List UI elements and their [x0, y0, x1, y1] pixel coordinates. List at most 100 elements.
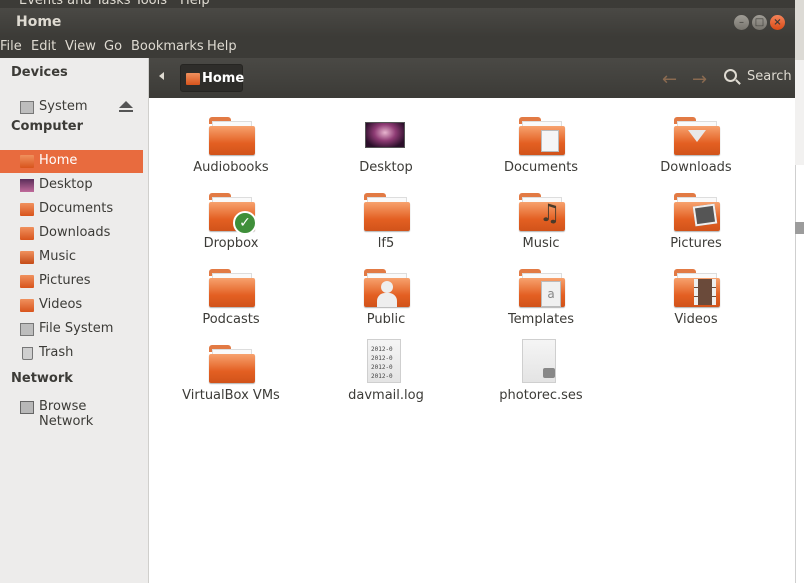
- sync-check-icon: ✓: [233, 211, 257, 235]
- file-name: Public: [366, 312, 406, 327]
- sidebar-item-label: Documents: [39, 201, 114, 216]
- file-item-documents[interactable]: Documents: [481, 105, 601, 179]
- file-name: Pictures: [670, 236, 722, 251]
- text-file-icon: 2012-0 2012-0 2012-0 2012-0: [367, 339, 401, 383]
- minimize-button[interactable]: –: [734, 15, 749, 30]
- sidebar-item-trash[interactable]: Trash: [0, 342, 143, 365]
- file-item-photorec-ses[interactable]: photorec.ses: [481, 333, 601, 407]
- sidebar-item-label: File System: [39, 321, 114, 336]
- file-item-podcasts[interactable]: Podcasts: [171, 257, 291, 331]
- back-arrow-icon[interactable]: ←: [662, 69, 677, 90]
- file-item-pictures[interactable]: Pictures: [636, 181, 756, 255]
- public-folder-icon: [364, 269, 410, 307]
- file-item-dropbox[interactable]: ✓ Dropbox: [171, 181, 291, 255]
- file-name: VirtualBox VMs: [182, 388, 280, 403]
- sidebar-item-pictures[interactable]: Pictures: [0, 270, 143, 293]
- file-name: Dropbox: [203, 236, 259, 251]
- breadcrumb-left-arrow-icon[interactable]: [159, 72, 164, 80]
- sidebar-item-label: System: [39, 99, 88, 114]
- breadcrumb-label: Home: [202, 71, 245, 86]
- search-icon[interactable]: [724, 69, 737, 82]
- file-preview-text: 2012-0 2012-0 2012-0 2012-0: [371, 346, 393, 380]
- download-arrow-icon: [688, 130, 706, 142]
- titlebar: Home – □ ×: [0, 8, 795, 37]
- film-icon: [694, 279, 716, 305]
- documents-folder-icon: [519, 117, 565, 155]
- folder-icon: [364, 193, 410, 231]
- bg-menu-item: Tools: [135, 0, 168, 8]
- sidebar-item-label: Browse Network: [39, 399, 94, 429]
- folder-icon: [209, 117, 255, 155]
- file-name: Videos: [674, 312, 718, 327]
- sidebar-item-home[interactable]: Home: [0, 150, 143, 173]
- file-item-audiobooks[interactable]: Audiobooks: [171, 105, 291, 179]
- file-item-public[interactable]: Public: [326, 257, 446, 331]
- sidebar-heading-computer: Computer: [11, 119, 84, 134]
- sidebar: Devices System Computer Home Desktop Doc…: [0, 58, 149, 583]
- file-name: lf5: [377, 236, 395, 251]
- sidebar-heading-network: Network: [11, 371, 73, 386]
- folder-icon: [209, 269, 255, 307]
- sidebar-heading-devices: Devices: [11, 65, 68, 80]
- sidebar-item-desktop[interactable]: Desktop: [0, 174, 143, 197]
- file-name: davmail.log: [348, 388, 424, 403]
- music-note-icon: ♫: [539, 199, 561, 227]
- menu-view[interactable]: View: [65, 39, 96, 54]
- folder-icon: [209, 345, 255, 383]
- breadcrumb-home[interactable]: Home: [180, 64, 245, 92]
- background-window: [795, 0, 804, 583]
- file-manager-window: Home – □ × File Edit View Go Bookmarks H…: [0, 8, 795, 583]
- file-item-downloads[interactable]: Downloads: [636, 105, 756, 179]
- sidebar-item-label: Desktop: [39, 177, 93, 192]
- bg-menu-item: Help: [180, 0, 210, 8]
- home-folder-icon: [20, 155, 34, 168]
- sidebar-item-label: Home: [39, 153, 78, 168]
- forward-arrow-icon[interactable]: →: [692, 69, 707, 90]
- file-name: Podcasts: [202, 312, 260, 327]
- eject-icon[interactable]: [119, 101, 133, 112]
- file-item-virtualbox-vms[interactable]: VirtualBox VMs: [171, 333, 291, 407]
- file-name: Audiobooks: [193, 160, 269, 175]
- maximize-button[interactable]: □: [752, 15, 767, 30]
- close-button[interactable]: ×: [770, 15, 785, 30]
- music-folder-icon: [20, 251, 34, 264]
- sidebar-item-videos[interactable]: Videos: [0, 294, 143, 317]
- sidebar-item-system[interactable]: System: [0, 96, 143, 119]
- sidebar-item-downloads[interactable]: Downloads: [0, 222, 143, 245]
- menu-edit[interactable]: Edit: [31, 39, 56, 54]
- bg-menu-item: Events and Tasks: [19, 0, 131, 8]
- menu-bookmarks[interactable]: Bookmarks: [131, 39, 204, 54]
- pictures-folder-icon: [674, 193, 720, 231]
- menu-go[interactable]: Go: [104, 39, 122, 54]
- file-item-davmail-log[interactable]: 2012-0 2012-0 2012-0 2012-0 davmail.log: [326, 333, 446, 407]
- sidebar-item-browse-network[interactable]: Browse Network: [0, 396, 143, 429]
- menu-help[interactable]: Help: [207, 39, 237, 54]
- filesystem-icon: [20, 323, 34, 336]
- file-item-templates[interactable]: a Templates: [481, 257, 601, 331]
- file-item-desktop[interactable]: Desktop: [326, 105, 446, 179]
- sidebar-item-label: Trash: [39, 345, 74, 360]
- videos-folder-icon: [674, 269, 720, 307]
- locked-file-icon: [522, 339, 556, 383]
- file-item-lf5[interactable]: lf5: [326, 181, 446, 255]
- search-button[interactable]: Search: [747, 69, 792, 84]
- sidebar-item-filesystem[interactable]: File System: [0, 318, 143, 341]
- sidebar-item-music[interactable]: Music: [0, 246, 143, 269]
- file-item-videos[interactable]: Videos: [636, 257, 756, 331]
- menu-file[interactable]: File: [0, 39, 22, 54]
- desktop-icon: [365, 122, 405, 148]
- drive-icon: [20, 101, 34, 114]
- template-icon: a: [541, 281, 561, 307]
- sidebar-item-documents[interactable]: Documents: [0, 198, 143, 221]
- sidebar-item-label: Downloads: [39, 225, 111, 240]
- trash-icon: [22, 347, 33, 360]
- file-item-music[interactable]: ♫ Music: [481, 181, 601, 255]
- documents-folder-icon: [20, 203, 34, 216]
- window-title: Home: [16, 14, 62, 30]
- file-name: Templates: [507, 312, 575, 327]
- downloads-folder-icon: [674, 117, 720, 155]
- downloads-folder-icon: [20, 227, 34, 240]
- toolbar: Home ← → Search: [149, 58, 795, 98]
- music-folder-icon: ♫: [519, 193, 565, 231]
- file-name: Downloads: [660, 160, 732, 175]
